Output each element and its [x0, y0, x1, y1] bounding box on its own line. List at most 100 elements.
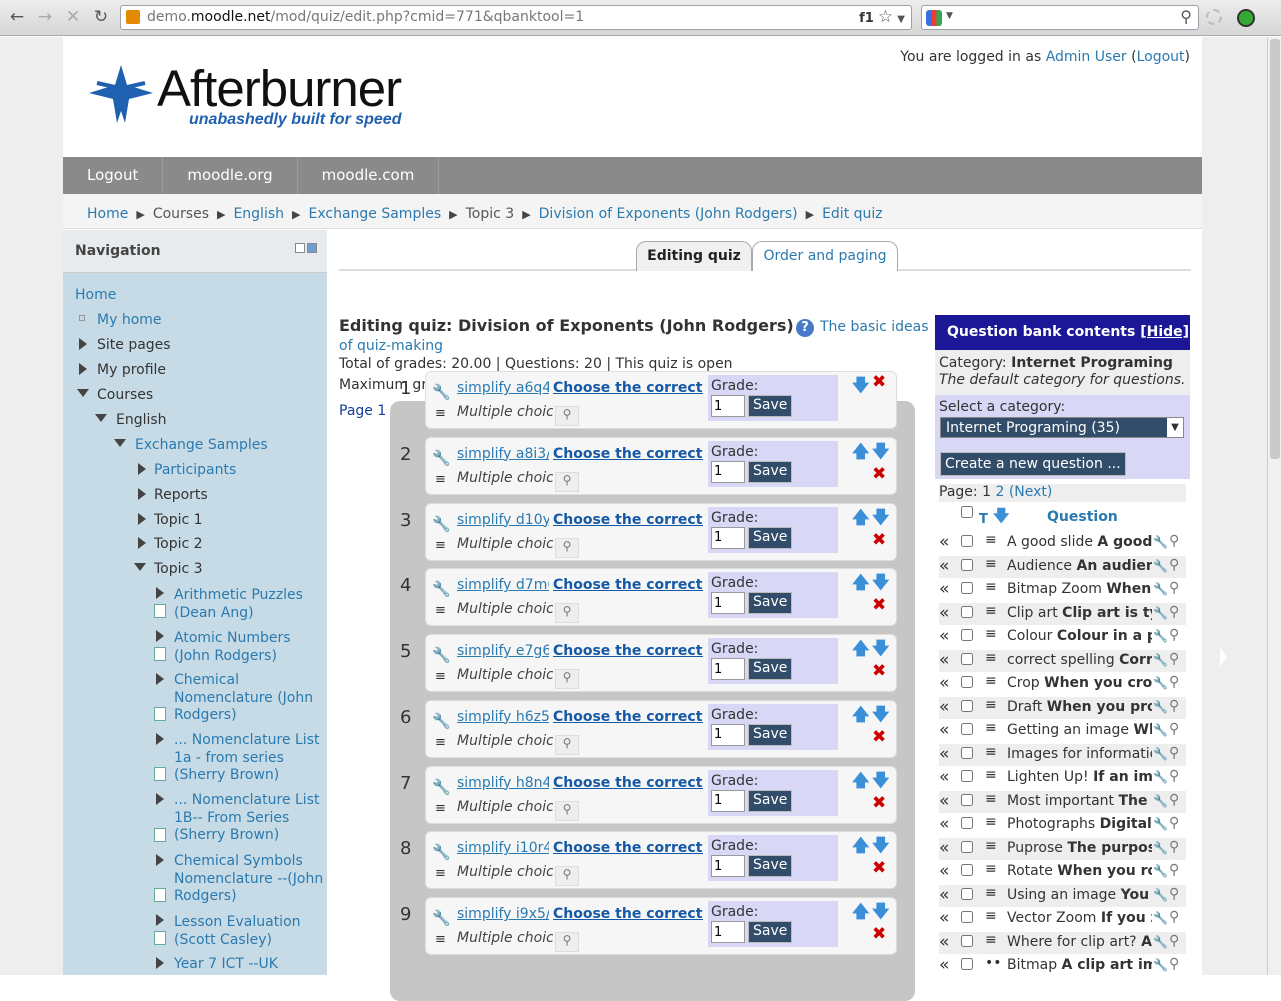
add-to-quiz-icon[interactable]: « [939, 814, 949, 834]
grade-input[interactable] [711, 658, 745, 680]
add-to-quiz-icon[interactable]: « [939, 532, 949, 552]
qbank-row-checkbox[interactable] [961, 770, 973, 782]
menu-moodle-com[interactable]: moodle.com [298, 157, 440, 194]
help-icon[interactable]: ? [796, 319, 814, 337]
preview-magnifier-icon[interactable]: ⚲ [1169, 580, 1179, 596]
preview-magnifier-icon[interactable]: ⚲ [555, 471, 579, 492]
question-text-link[interactable]: Choose the correct si [553, 840, 703, 856]
expand-icon[interactable] [138, 463, 146, 475]
add-to-quiz-icon[interactable]: « [939, 861, 949, 881]
edit-wrench-icon[interactable]: 🔧 [1153, 911, 1168, 925]
edit-wrench-icon[interactable]: 🔧 [1153, 935, 1168, 949]
preview-magnifier-icon[interactable]: ⚲ [555, 406, 579, 426]
edit-wrench-icon[interactable]: 🔧 [1153, 723, 1168, 737]
add-to-quiz-icon[interactable]: « [939, 838, 949, 858]
edit-wrench-icon[interactable]: 🔧 [1153, 629, 1168, 643]
nav-activity[interactable]: Chemical Symbols Nomenclature --(John Rodg… [174, 853, 323, 906]
question-text-link[interactable]: Choose the correct si [553, 643, 703, 659]
select-all-checkbox[interactable] [961, 506, 973, 518]
qbank-row-checkbox[interactable] [961, 911, 973, 923]
edit-wrench-icon[interactable]: 🔧 [432, 646, 451, 664]
qbank-row-checkbox[interactable] [961, 817, 973, 829]
grade-save-button[interactable]: Save [748, 789, 793, 812]
grade-input[interactable] [711, 395, 745, 417]
edit-wrench-icon[interactable]: 🔧 [1153, 653, 1168, 667]
nav-home[interactable]: Home [75, 287, 116, 303]
move-up-icon[interactable]: 🡅 [852, 768, 869, 797]
expand-icon[interactable] [156, 673, 164, 685]
edit-wrench-icon[interactable]: 🔧 [1153, 582, 1168, 596]
question-name-link[interactable]: simplify d10y5. [457, 512, 549, 528]
edit-wrench-icon[interactable]: 🔧 [1153, 747, 1168, 761]
grade-save-button[interactable]: Save [748, 460, 793, 483]
dock-icon[interactable] [307, 243, 317, 253]
question-name-link[interactable]: simplify e7g6/e [457, 643, 549, 659]
grade-input[interactable] [711, 592, 745, 615]
nav-my-home[interactable]: My home [97, 312, 162, 328]
edit-wrench-icon[interactable]: 🔧 [432, 778, 451, 796]
crumb-edit-quiz[interactable]: Edit quiz [822, 206, 883, 222]
grade-save-button[interactable]: Save [748, 921, 793, 943]
preview-magnifier-icon[interactable]: ⚲ [1169, 768, 1179, 784]
create-question-button[interactable]: Create a new question ... [940, 452, 1126, 476]
question-name-link[interactable]: simplify h6z5/h [457, 709, 549, 725]
url-bar[interactable]: demo.moodle.net/mod/quiz/edit.php?cmid=7… [120, 5, 912, 30]
grade-input[interactable] [711, 460, 745, 483]
delete-icon[interactable]: ✖ [872, 595, 886, 615]
expand-icon[interactable] [138, 488, 146, 500]
crumb-quiz[interactable]: Division of Exponents (John Rodgers) [539, 206, 798, 222]
preview-magnifier-icon[interactable]: ⚲ [1169, 533, 1179, 549]
preview-magnifier-icon[interactable]: ⚲ [555, 537, 579, 558]
grade-save-button[interactable]: Save [748, 395, 793, 417]
preview-magnifier-icon[interactable]: ⚲ [555, 603, 579, 624]
question-text-link[interactable]: Choose the correct si [553, 906, 703, 922]
crumb-english[interactable]: English [233, 206, 284, 222]
nav-exchange-samples[interactable]: Exchange Samples [135, 437, 268, 453]
edit-wrench-icon[interactable]: 🔧 [432, 843, 451, 861]
question-text-link[interactable]: Choose the correct si [553, 380, 703, 396]
add-to-quiz-icon[interactable]: « [939, 932, 949, 952]
move-up-icon[interactable]: 🡅 [852, 505, 869, 534]
nav-courses[interactable]: Courses [97, 387, 153, 403]
qbank-row-checkbox[interactable] [961, 605, 973, 618]
search-input[interactable]: ▼ ⚲ [921, 5, 1199, 30]
preview-magnifier-icon[interactable]: ⚲ [555, 669, 579, 689]
qbank-row-checkbox[interactable] [961, 746, 973, 759]
move-up-icon[interactable]: 🡅 [852, 636, 869, 665]
preview-magnifier-icon[interactable]: ⚲ [1169, 933, 1179, 949]
edit-wrench-icon[interactable]: 🔧 [1153, 700, 1168, 714]
preview-magnifier-icon[interactable]: ⚲ [1169, 557, 1179, 573]
expand-icon[interactable] [156, 630, 164, 642]
preview-magnifier-icon[interactable]: ⚲ [1169, 604, 1179, 620]
collapse-tree-icon[interactable] [114, 439, 126, 447]
add-to-quiz-icon[interactable]: « [939, 697, 949, 717]
edit-wrench-icon[interactable]: 🔧 [1153, 864, 1168, 878]
qbank-row-checkbox[interactable] [961, 793, 973, 806]
qbank-row-checkbox[interactable] [961, 958, 973, 970]
add-to-quiz-icon[interactable]: « [939, 673, 949, 693]
login-user-link[interactable]: Admin User [1046, 49, 1127, 65]
qbank-row-checkbox[interactable] [961, 629, 973, 641]
grade-input[interactable] [711, 921, 745, 943]
add-to-quiz-icon[interactable]: « [939, 720, 949, 740]
edit-wrench-icon[interactable]: 🔧 [1153, 888, 1168, 902]
qbank-row-checkbox[interactable] [961, 582, 973, 594]
grade-save-button[interactable]: Save [748, 592, 793, 615]
move-up-icon[interactable]: 🡅 [852, 570, 869, 599]
edit-wrench-icon[interactable]: 🔧 [432, 449, 451, 467]
add-to-quiz-icon[interactable]: « [939, 908, 949, 928]
nav-topic-1[interactable]: Topic 1 [154, 512, 203, 528]
preview-magnifier-icon[interactable]: ⚲ [1169, 627, 1179, 643]
preview-magnifier-icon[interactable]: ⚲ [1169, 698, 1179, 714]
question-name-link[interactable]: simplify d7m6/ [457, 577, 549, 593]
preview-magnifier-icon[interactable]: ⚲ [1169, 674, 1179, 690]
reload-icon[interactable]: ↻ [90, 6, 112, 28]
question-text-link[interactable]: Choose the correct si [553, 775, 703, 791]
edit-wrench-icon[interactable]: 🔧 [1153, 794, 1168, 808]
login-logout-link[interactable]: Logout [1137, 49, 1185, 65]
add-to-quiz-icon[interactable]: « [939, 767, 949, 787]
edit-wrench-icon[interactable]: 🔧 [1153, 676, 1168, 690]
question-text-link[interactable]: Choose the correct si [553, 709, 703, 725]
scrollbar[interactable] [1267, 37, 1281, 975]
basic-ideas-link[interactable]: The basic ideas [820, 319, 929, 335]
